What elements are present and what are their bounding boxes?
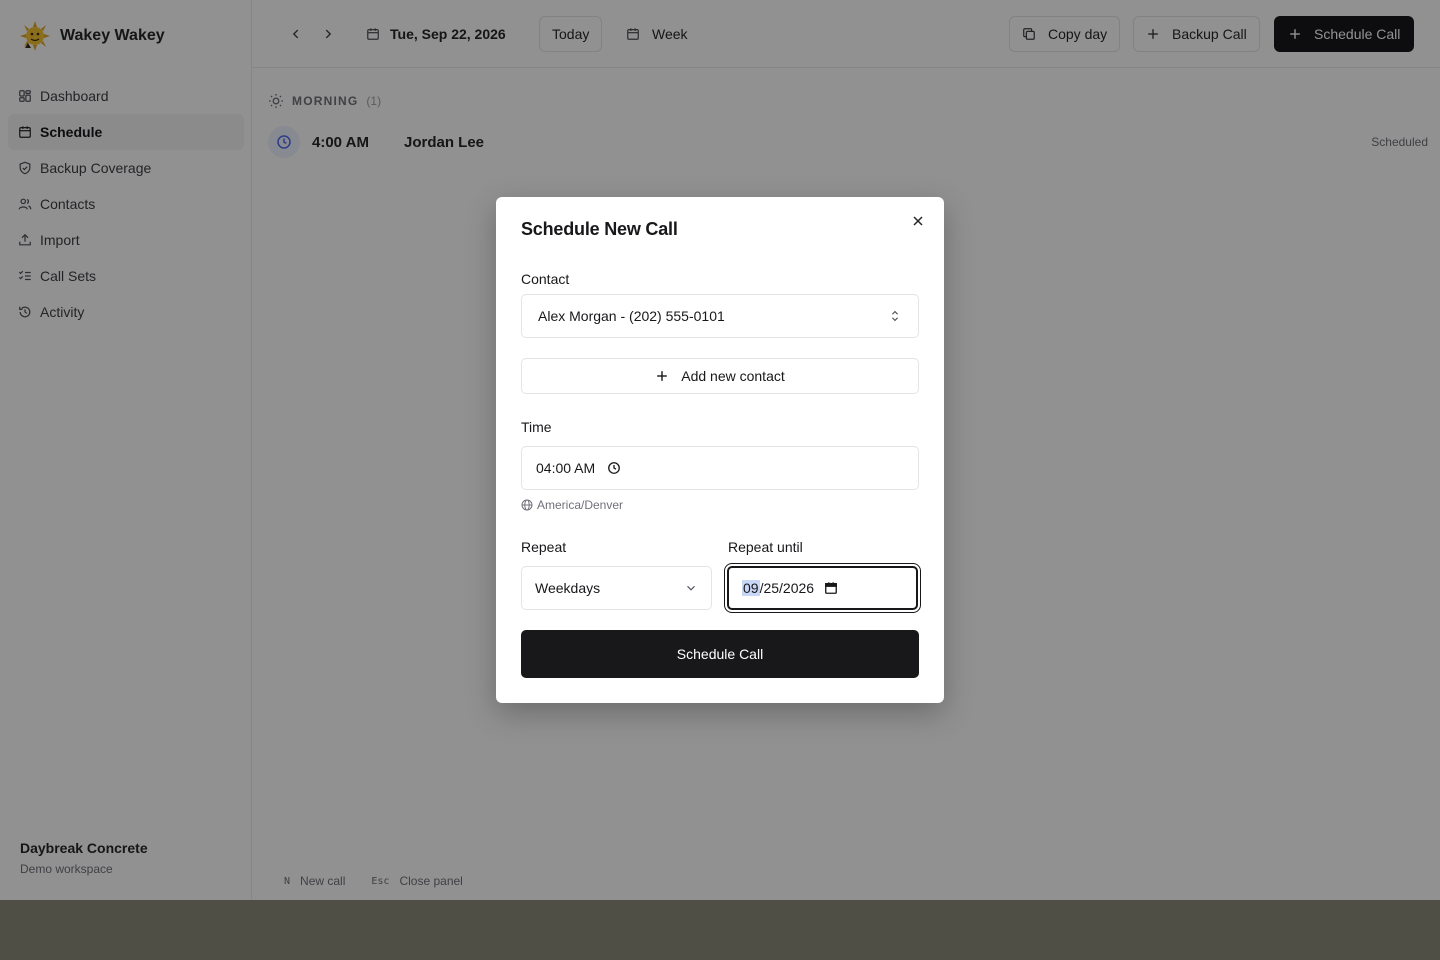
add-new-contact-label: Add new contact	[681, 368, 785, 384]
contact-select[interactable]: Alex Morgan - (202) 555-0101	[521, 294, 919, 338]
timezone-text: America/Denver	[537, 498, 624, 512]
time-input[interactable]: 04:00 AM	[521, 446, 919, 490]
submit-schedule-call-button[interactable]: Schedule Call	[521, 630, 919, 678]
calendar-icon[interactable]	[824, 581, 838, 595]
timezone-hint: America/Denver	[521, 498, 623, 512]
repeat-until-label: Repeat until	[728, 539, 803, 555]
chevron-up-down-icon	[891, 310, 899, 322]
chevron-down-icon	[687, 585, 695, 591]
time-label: Time	[521, 419, 552, 435]
close-icon	[913, 216, 923, 226]
repeat-until-value: 09/25/2026	[742, 580, 814, 596]
plus-icon	[657, 371, 668, 381]
schedule-new-call-dialog: Schedule New Call Contact Alex Morgan - …	[496, 197, 944, 703]
dialog-title: Schedule New Call	[521, 219, 678, 239]
globe-icon	[521, 499, 533, 511]
repeat-select-value: Weekdays	[535, 580, 601, 596]
add-new-contact-button[interactable]: Add new contact	[521, 358, 919, 394]
date-rest-segment[interactable]: /25/2026	[760, 580, 815, 596]
contact-select-value: Alex Morgan - (202) 555-0101	[538, 308, 725, 324]
close-button[interactable]	[909, 212, 927, 230]
contact-label: Contact	[521, 271, 570, 287]
date-month-segment[interactable]: 09	[742, 580, 760, 596]
submit-label: Schedule Call	[676, 646, 764, 662]
repeat-label: Repeat	[521, 539, 567, 555]
time-input-value: 04:00 AM	[536, 460, 596, 476]
clock-icon	[608, 462, 621, 474]
repeat-until-date-input[interactable]: 09/25/2026	[725, 564, 920, 612]
repeat-select[interactable]: Weekdays	[521, 566, 712, 610]
